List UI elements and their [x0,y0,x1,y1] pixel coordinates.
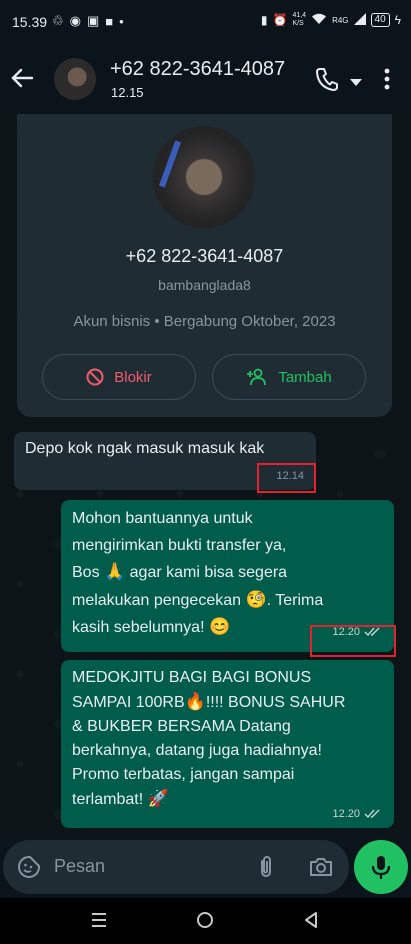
highlight-box [310,625,396,657]
call-button[interactable] [314,66,344,94]
status-bar: 15.39 ♲ ◉ ▣ ■ • ▮ ⏰ 41,4 K/S R4G 40 ϟ [0,0,411,44]
sticker-icon [18,856,40,878]
contact-avatar[interactable] [54,58,96,100]
double-check-icon [364,809,380,819]
paperclip-icon [261,856,271,877]
profile-username: bambanglada8 [158,277,251,293]
alarm-icon: ⏰ [272,13,288,27]
camera-button[interactable] [308,855,334,879]
status-notification-icons: ♲ ◉ ▣ ■ • [52,13,124,29]
block-icon [86,368,104,386]
highlight-box [257,463,316,493]
square-icon: ■ [105,13,114,29]
signal-icon [353,12,366,28]
recent-apps-icon [92,913,106,927]
status-system-icons: ▮ ⏰ 41,4 K/S R4G 40 ϟ [261,12,401,28]
monocle-emoji: 🧐 [245,589,267,609]
contact-name[interactable]: +62 822-3641-4087 [110,58,285,81]
back-triangle-icon [305,912,317,928]
home-circle-icon [197,912,213,928]
block-button[interactable]: Blokir [42,354,196,400]
call-options-button[interactable] [350,74,362,86]
vibrate-icon: ▮ [260,13,268,27]
app-notification-icon: ◉ [69,13,81,28]
input-placeholder: Pesan [54,856,106,876]
chat-header: +62 822-3641-4087 12.15 [0,44,411,114]
add-person-icon [247,368,267,386]
back-button[interactable] [8,64,36,92]
microphone-icon [371,856,391,879]
fire-emoji: 🔥 [184,692,206,711]
phone-icon [316,68,338,91]
attach-button[interactable] [255,855,277,879]
message-input[interactable]: Pesan [3,840,349,894]
contact-profile-card: +62 822-3641-4087 bambanglada8 Akun bisn… [17,114,392,417]
add-contact-button[interactable]: Tambah [212,354,366,400]
message-text: MEDOKJITU BAGI BAGI BONUS SAMPAI 100RB🔥!… [72,666,387,812]
rocket-emoji: 🚀 [147,789,169,808]
camera-icon [310,858,332,876]
message-outgoing[interactable]: MEDOKJITU BAGI BAGI BONUS SAMPAI 100RB🔥!… [61,660,394,828]
battery-icon: 40 [370,13,390,27]
chat-area[interactable]: +62 822-3641-4087 bambanglada8 Akun bisn… [0,114,411,836]
message-input-bar: Pesan [0,836,411,898]
signal-label: R4G [332,15,349,25]
outlook-icon: ▣ [87,13,100,28]
back-nav-button[interactable] [302,910,320,935]
message-time: 12.20 [332,808,360,820]
last-seen: 12.15 [111,85,144,100]
home-button[interactable] [195,910,215,935]
wifi-icon [311,13,327,28]
add-contact-label: Tambah [278,368,332,386]
profile-photo[interactable] [153,126,255,228]
message-text: Mohon bantuannya untuk mengirimkan bukti… [72,506,387,642]
recent-apps-button[interactable] [90,910,108,935]
block-label: Blokir [114,368,152,386]
more-vert-icon [384,68,390,90]
profile-phone: +62 822-3641-4087 [125,246,284,266]
caret-down-icon [350,79,362,86]
profile-info: Akun bisnis • Bergabung Oktober, 2023 [73,313,336,330]
arrow-left-icon [11,68,34,88]
voice-record-button[interactable] [354,840,408,894]
message-meta: 12.20 [332,808,382,820]
smile-emoji: 😊 [208,617,231,636]
net-speed: 41,4 K/S [292,12,307,27]
dot-icon: • [119,13,124,29]
pray-emoji: 🙏 [104,562,126,581]
sticker-button[interactable] [17,855,41,879]
sync-icon: ♲ [52,13,64,28]
charging-icon: ϟ [394,13,401,27]
status-time: 15.39 [12,14,48,30]
message-text: Depo kok ngak masuk masuk kak [25,440,265,457]
more-options-button[interactable] [383,66,393,94]
system-nav-bar [0,898,411,944]
